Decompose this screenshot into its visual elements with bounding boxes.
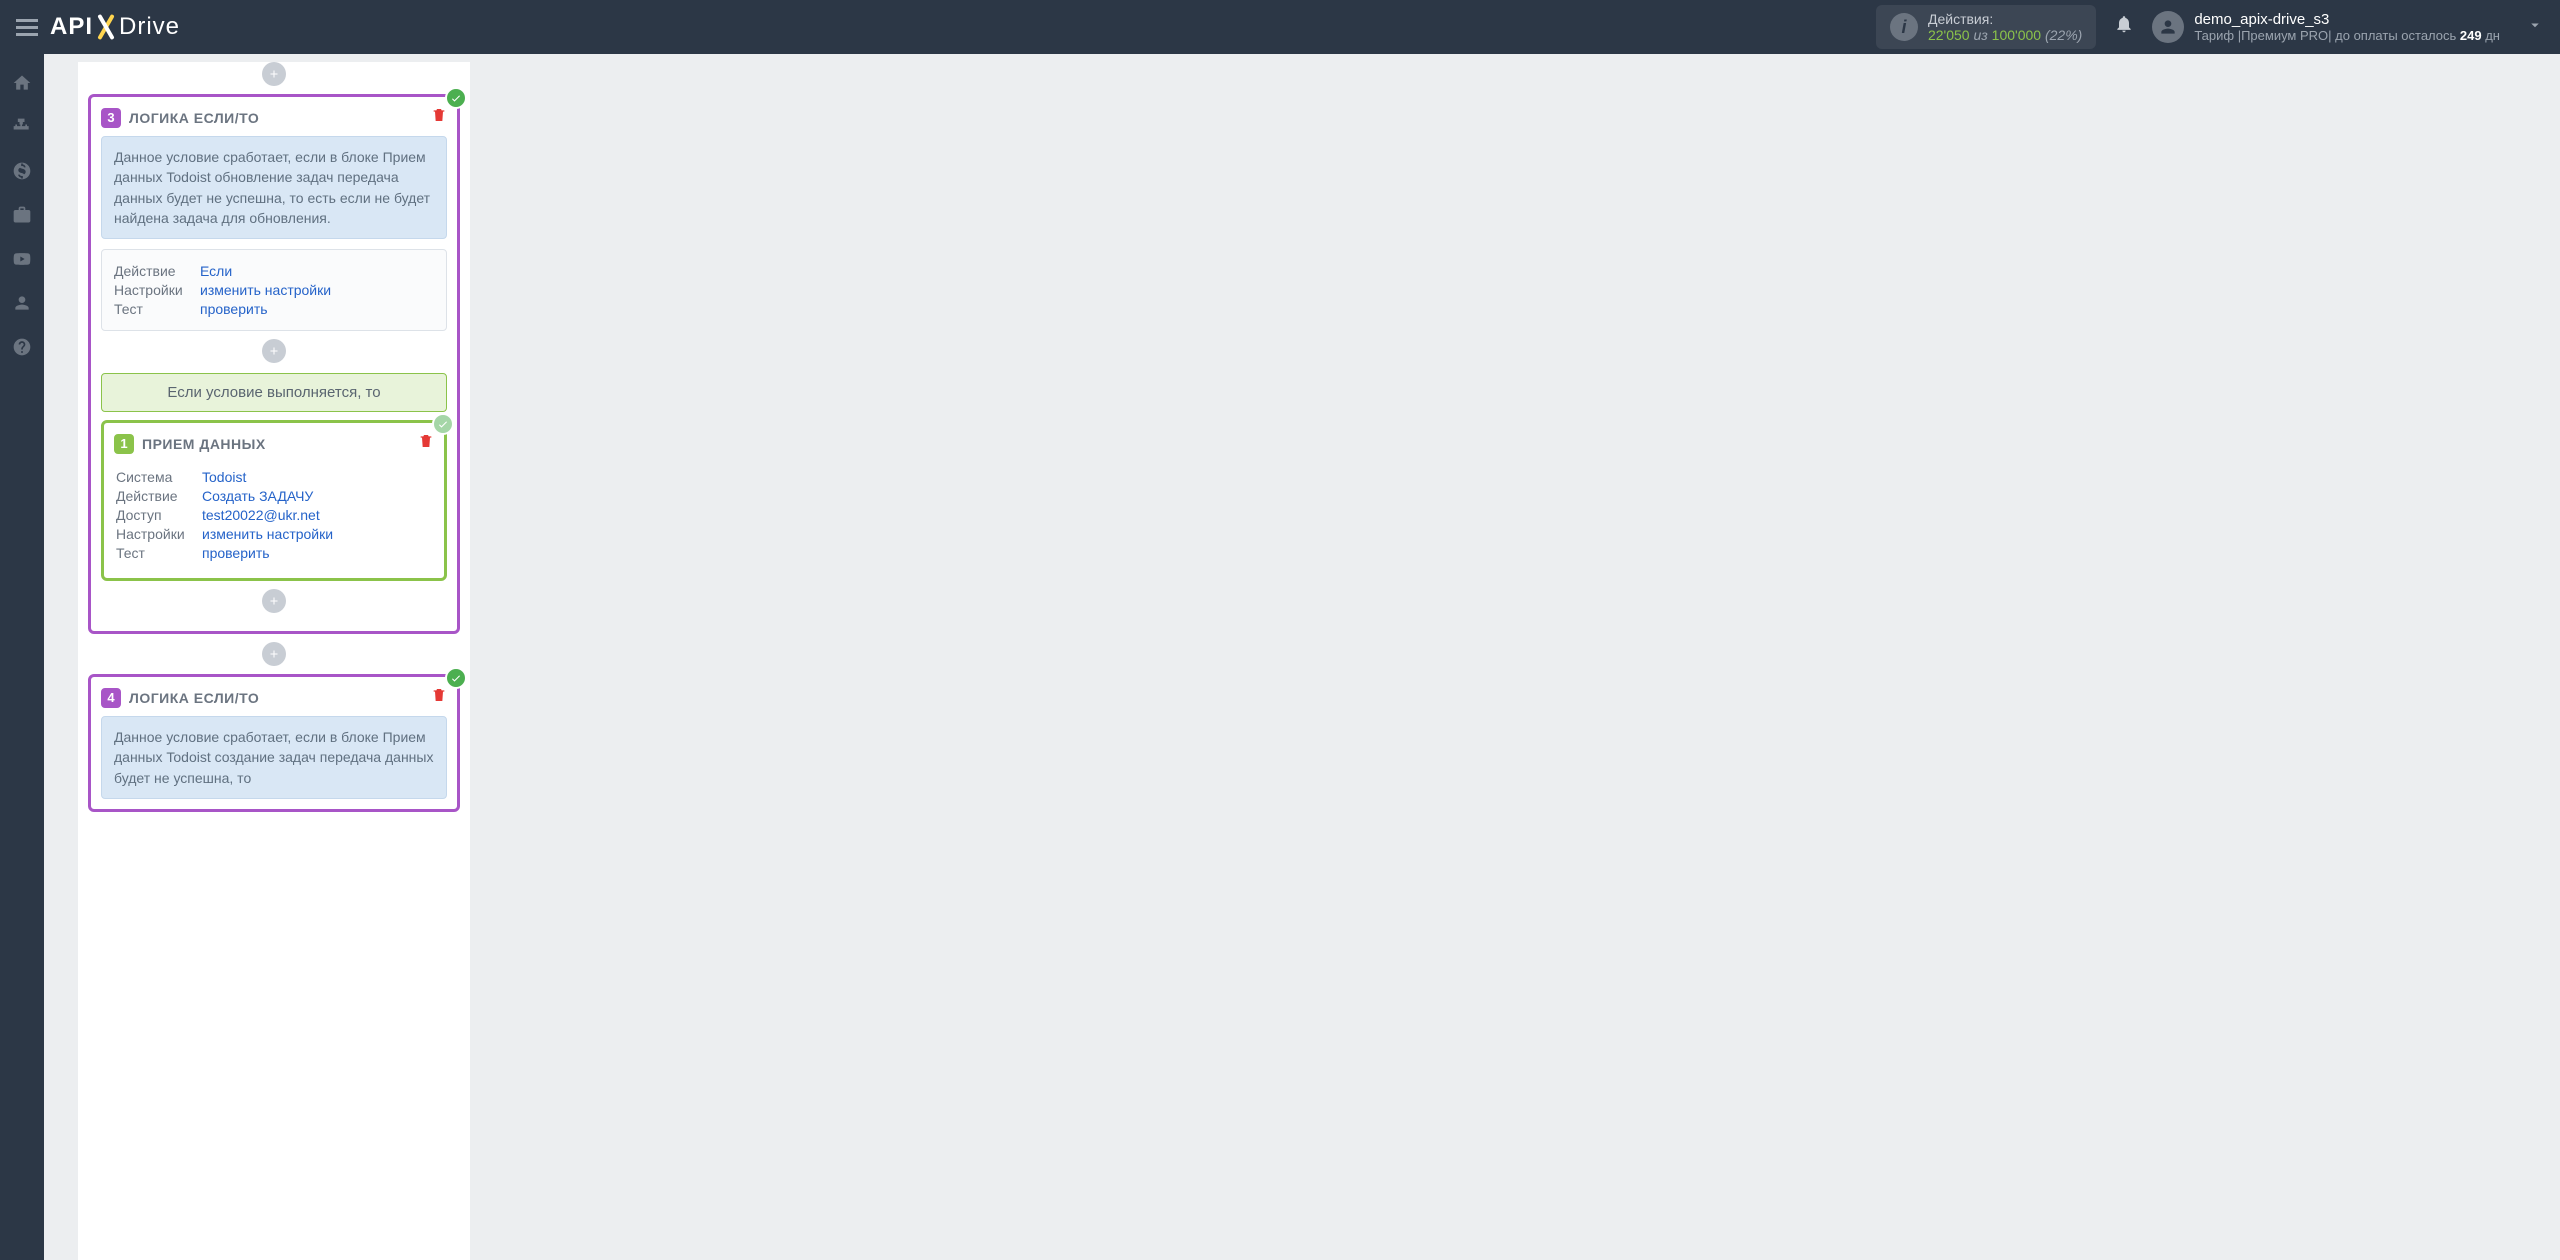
test-link[interactable]: проверить xyxy=(200,301,268,317)
delete-button[interactable] xyxy=(418,433,434,454)
info-icon: i xyxy=(1890,13,1918,41)
condition-true-box: Если условие выполняется, то xyxy=(101,373,447,412)
settings-link[interactable]: изменить настройки xyxy=(202,526,333,542)
actions-label: Действия: xyxy=(1928,11,2082,27)
dollar-icon[interactable] xyxy=(11,160,33,182)
sitemap-icon[interactable] xyxy=(11,116,33,138)
delete-button[interactable] xyxy=(431,687,447,708)
card-fields: ДействиеЕсли Настройкиизменить настройки… xyxy=(101,249,447,331)
workflow-panel: 3 ЛОГИКА ЕСЛИ/ТО Данное условие сработае… xyxy=(78,62,470,1260)
chevron-down-icon[interactable] xyxy=(2526,16,2544,39)
data-receive-card: 1 ПРИЕМ ДАННЫХ СистемаTodoist ДействиеСо… xyxy=(101,420,447,581)
user-tariff: Тариф |Премиум PRO| до оплаты осталось 2… xyxy=(2194,28,2500,43)
step-number: 3 xyxy=(101,108,121,128)
add-step-button[interactable] xyxy=(262,589,286,613)
add-step-button[interactable] xyxy=(262,339,286,363)
youtube-icon[interactable] xyxy=(11,248,33,270)
sidebar xyxy=(0,54,44,1260)
user-menu[interactable]: demo_apix-drive_s3 Тариф |Премиум PRO| д… xyxy=(2152,11,2500,43)
actions-of: из xyxy=(1973,27,1987,43)
topbar: APIDrive i Действия: 22'050 из 100'000 (… xyxy=(0,0,2560,54)
user-icon[interactable] xyxy=(11,292,33,314)
card-title: ПРИЕМ ДАННЫХ xyxy=(142,436,410,452)
action-link[interactable]: Создать ЗАДАЧУ xyxy=(202,488,313,504)
action-link[interactable]: Если xyxy=(200,263,232,279)
step-number: 4 xyxy=(101,688,121,708)
delete-button[interactable] xyxy=(431,107,447,128)
actions-total: 100'000 xyxy=(1992,27,2041,43)
logic-card-4: 4 ЛОГИКА ЕСЛИ/ТО Данное условие сработае… xyxy=(88,674,460,812)
avatar-icon xyxy=(2152,11,2184,43)
add-step-button[interactable] xyxy=(262,642,286,666)
actions-pct: (22%) xyxy=(2045,27,2082,43)
user-name: demo_apix-drive_s3 xyxy=(2194,11,2500,28)
actions-counter[interactable]: i Действия: 22'050 из 100'000 (22%) xyxy=(1876,5,2096,49)
settings-link[interactable]: изменить настройки xyxy=(200,282,331,298)
card-title: ЛОГИКА ЕСЛИ/ТО xyxy=(129,690,423,706)
actions-used: 22'050 xyxy=(1928,27,1970,43)
menu-toggle[interactable] xyxy=(16,19,38,36)
status-check-icon xyxy=(445,87,467,109)
status-check-icon xyxy=(445,667,467,689)
main-content: 3 ЛОГИКА ЕСЛИ/ТО Данное условие сработае… xyxy=(44,54,2560,1260)
access-link[interactable]: test20022@ukr.net xyxy=(202,507,320,523)
bell-icon[interactable] xyxy=(2114,14,2134,40)
briefcase-icon[interactable] xyxy=(11,204,33,226)
card-title: ЛОГИКА ЕСЛИ/ТО xyxy=(129,110,423,126)
help-icon[interactable] xyxy=(11,336,33,358)
system-link[interactable]: Todoist xyxy=(202,469,246,485)
card-description: Данное условие сработает, если в блоке П… xyxy=(101,716,447,799)
test-link[interactable]: проверить xyxy=(202,545,270,561)
home-icon[interactable] xyxy=(11,72,33,94)
step-number: 1 xyxy=(114,434,134,454)
logic-card-3: 3 ЛОГИКА ЕСЛИ/ТО Данное условие сработае… xyxy=(88,94,460,634)
status-check-icon xyxy=(432,413,454,435)
logo[interactable]: APIDrive xyxy=(50,13,180,41)
add-step-button[interactable] xyxy=(262,62,286,86)
card-description: Данное условие сработает, если в блоке П… xyxy=(101,136,447,239)
